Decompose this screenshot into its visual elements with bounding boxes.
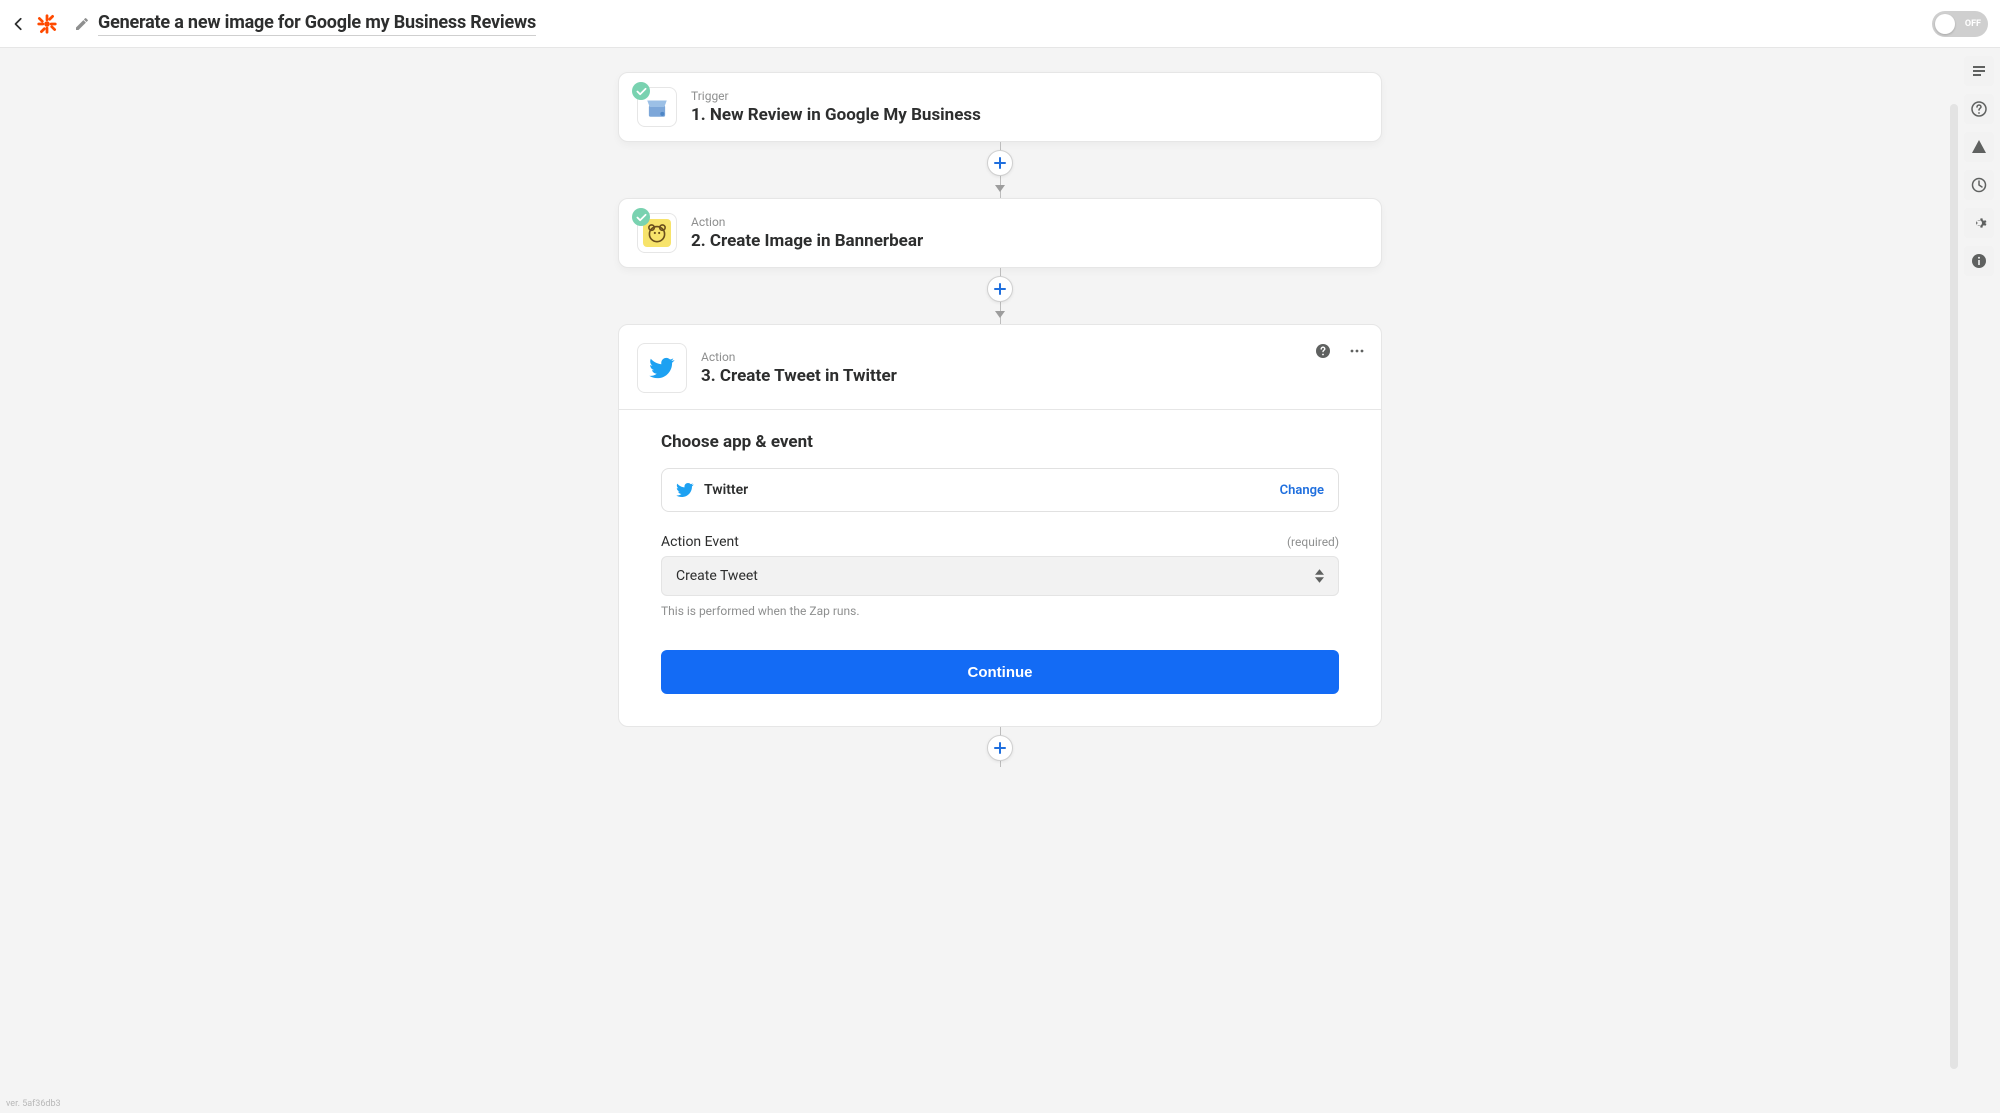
app-name: Twitter: [704, 482, 748, 498]
zapier-logo-icon: [36, 13, 58, 35]
editor-canvas[interactable]: Trigger 1. New Review in Google My Busin…: [0, 48, 2000, 1113]
step-title: 3. Create Tweet in Twitter: [701, 366, 897, 386]
add-step-button[interactable]: [987, 276, 1013, 302]
action-event-select[interactable]: Create Tweet: [661, 556, 1339, 596]
check-icon: [632, 208, 650, 226]
action-event-value: Create Tweet: [676, 568, 758, 584]
pencil-icon[interactable]: [74, 16, 90, 32]
editor-header: Generate a new image for Google my Busin…: [0, 0, 2000, 48]
zap-title[interactable]: Generate a new image for Google my Busin…: [98, 12, 536, 36]
warning-icon[interactable]: [1964, 132, 1994, 162]
info-icon[interactable]: [1964, 246, 1994, 276]
helper-text: This is performed when the Zap runs.: [661, 604, 1339, 618]
scrollbar[interactable]: [1950, 104, 1958, 1069]
connector: [1000, 268, 1001, 324]
zap-step-action-twitter: Action 3. Create Tweet in Twitter Choose…: [618, 324, 1382, 727]
right-sidebar: [1964, 56, 1994, 276]
history-icon[interactable]: [1964, 170, 1994, 200]
change-app-link[interactable]: Change: [1280, 483, 1324, 498]
step-kicker: Trigger: [691, 89, 981, 103]
step-kicker: Action: [701, 350, 897, 364]
back-button[interactable]: [12, 17, 26, 31]
step-title: 2. Create Image in Bannerbear: [691, 231, 923, 251]
app-tile-bannerbear: [637, 213, 677, 253]
publish-toggle[interactable]: OFF: [1932, 11, 1988, 37]
settings-icon[interactable]: [1964, 208, 1994, 238]
zap-step-action-bannerbear[interactable]: Action 2. Create Image in Bannerbear: [618, 198, 1382, 268]
selected-app-chip[interactable]: Twitter Change: [661, 468, 1339, 512]
zap-step-trigger[interactable]: Trigger 1. New Review in Google My Busin…: [618, 72, 1382, 142]
more-icon[interactable]: [1349, 343, 1365, 359]
help-icon[interactable]: [1964, 94, 1994, 124]
connector: [1000, 727, 1001, 767]
add-step-button[interactable]: [987, 735, 1013, 761]
step-title: 1. New Review in Google My Business: [691, 105, 981, 125]
check-icon: [632, 82, 650, 100]
step-body: Choose app & event Twitter Change Action…: [619, 410, 1381, 726]
step-kicker: Action: [691, 215, 923, 229]
app-tile-twitter: [637, 343, 687, 393]
add-step-button[interactable]: [987, 150, 1013, 176]
toggle-label: OFF: [1965, 19, 1981, 29]
connector: [1000, 142, 1001, 198]
section-heading: Choose app & event: [661, 432, 1339, 452]
continue-button[interactable]: Continue: [661, 650, 1339, 694]
field-label-action-event: Action Event: [661, 534, 739, 550]
app-tile-google-my-business: [637, 87, 677, 127]
arrow-down-icon: [995, 306, 1005, 325]
outline-icon[interactable]: [1964, 56, 1994, 86]
step-header[interactable]: Action 3. Create Tweet in Twitter: [619, 325, 1381, 410]
select-caret-icon: [1315, 569, 1324, 583]
arrow-down-icon: [995, 180, 1005, 199]
help-icon[interactable]: [1315, 343, 1331, 359]
required-badge: (required): [1287, 535, 1339, 549]
version-tag: ver. 5af36db3: [6, 1099, 61, 1109]
